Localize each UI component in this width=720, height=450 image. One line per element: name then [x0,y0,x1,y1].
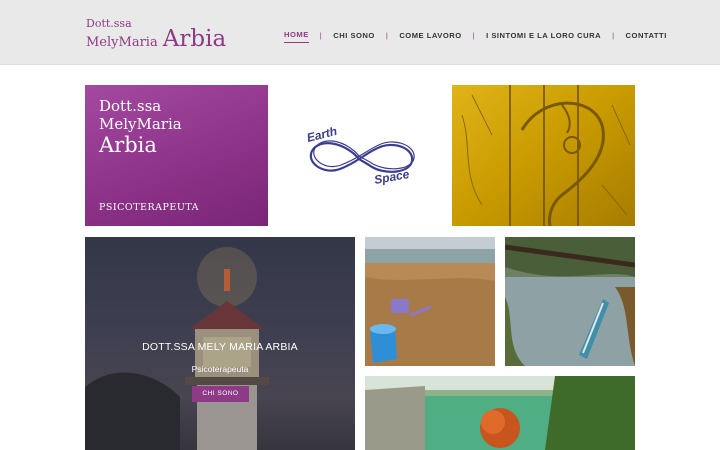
logo-surname: Arbia [162,26,227,52]
nav-separator: | [472,30,476,40]
intro-first-name: MelyMaria [99,115,182,133]
infinity-icon: Earth Space [305,124,415,187]
intro-tile[interactable]: Dott.ssa MelyMaria Arbia PSICOTERAPEUTA [85,85,268,226]
feature-subtitle: Psicoterapeuta [191,364,249,374]
lighthouse-feature-tile[interactable]: DOTT.SSA MELY MARIA ARBIA Psicoterapeuta… [85,237,355,450]
nav-item-chi-sono[interactable]: CHI SONO [333,31,375,40]
nav-separator: | [385,30,389,40]
intro-role: PSICOTERAPEUTA [99,202,200,213]
feature-title: DOTT.SSA MELY MARIA ARBIA [142,341,298,353]
golden-ganesha-image[interactable] [452,85,635,226]
intro-surname: Arbia [99,133,157,157]
site-logo[interactable]: Dott.ssa MelyMaria Arbia [86,18,227,52]
river-pool-image[interactable] [365,376,635,450]
nav-item-contatti[interactable]: CONTATTI [626,31,667,40]
beach-toys-image[interactable] [365,237,495,366]
nav-item-home[interactable]: HOME [284,30,309,43]
boat-lake-image[interactable] [505,237,635,366]
nav-separator: | [319,30,323,40]
logo-first-name: MelyMaria [86,35,158,50]
chi-sono-button[interactable]: CHI SONO [192,386,249,402]
site-header: Dott.ssa MelyMaria Arbia HOME | CHI SONO… [0,0,720,65]
intro-title: Dott.ssa [99,97,162,115]
nav-separator: | [612,30,615,40]
nav-item-sintomi[interactable]: I SINTOMI E LA LORO CURA [486,31,601,40]
main-nav: HOME | CHI SONO | COME LAVORO | I SINTOM… [284,27,667,43]
earth-space-logo-tile[interactable]: Earth Space [268,85,451,226]
nav-item-come-lavoro[interactable]: COME LAVORO [399,31,461,40]
